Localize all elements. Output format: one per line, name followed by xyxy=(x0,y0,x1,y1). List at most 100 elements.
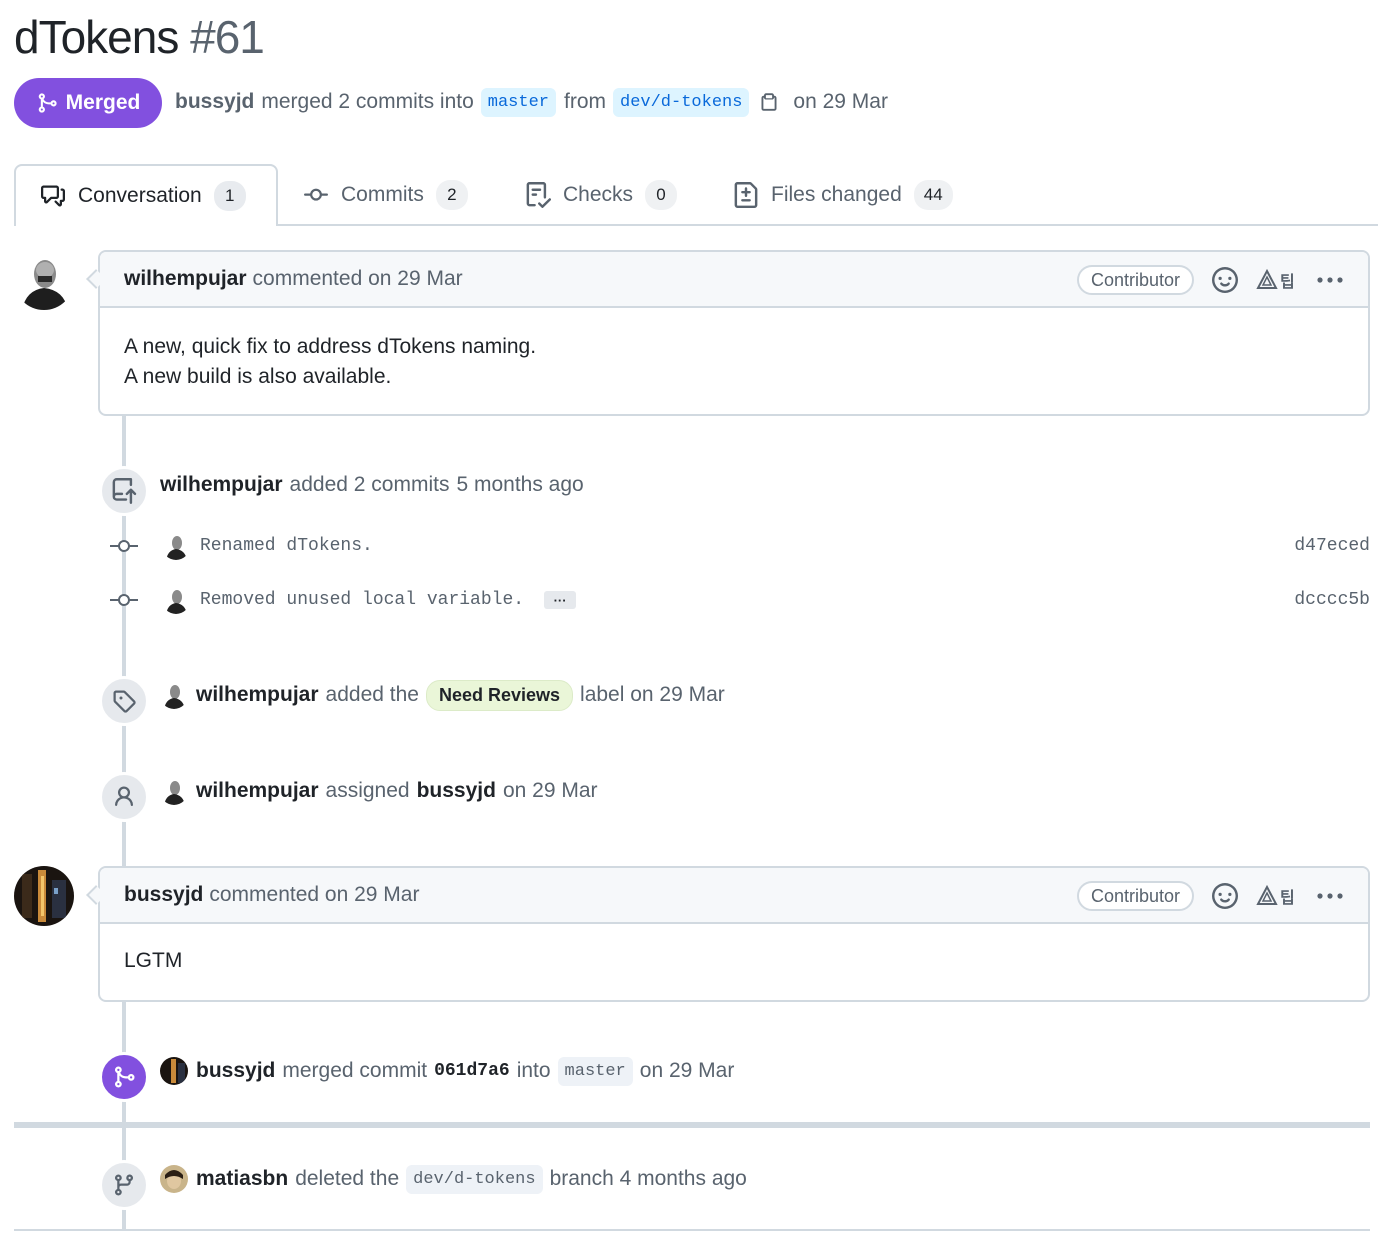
person-icon xyxy=(115,786,133,807)
event-time[interactable]: 5 months ago xyxy=(456,473,583,497)
comment-actions: Contributor 팁 xyxy=(1076,252,1344,308)
event-actor[interactable]: matiasbn xyxy=(196,1167,288,1191)
merge-commit-sha-link[interactable]: 061d7a6 xyxy=(434,1061,510,1081)
pr-date: on 29 Mar xyxy=(793,90,888,113)
tab-files-changed-count: 44 xyxy=(913,180,953,210)
comment-bussyjd: bussyjd commented on 29 Mar Contributor … xyxy=(98,866,1370,1002)
event-actor-avatar[interactable] xyxy=(160,777,188,805)
event-text: branch 4 months ago xyxy=(549,1167,747,1190)
smiley-icon[interactable] xyxy=(1212,267,1238,293)
comment-body-line: A new, quick fix to address dTokens nami… xyxy=(124,335,537,358)
tab-files-changed[interactable]: Files changed 44 xyxy=(733,164,953,226)
commit-row: Renamed dTokens. d47eced xyxy=(110,531,1370,561)
comment-action[interactable]: commented on 29 Mar xyxy=(209,883,419,907)
git-commit-icon xyxy=(110,540,138,552)
person-badge xyxy=(99,772,149,822)
tab-conversation[interactable]: Conversation 1 xyxy=(14,164,278,226)
comment-author[interactable]: bussyjd xyxy=(124,883,203,907)
merge-target-branch[interactable]: master xyxy=(557,1056,633,1086)
merged-state-badge: Merged xyxy=(14,78,162,128)
pr-title-text: dTokens xyxy=(14,11,179,63)
contributor-badge: Contributor xyxy=(1076,881,1194,911)
tab-conversation-count: 1 xyxy=(213,181,246,211)
commit-sha-link[interactable]: d47eced xyxy=(1294,536,1370,556)
tab-files-changed-label: Files changed xyxy=(771,183,902,206)
event-actor[interactable]: bussyjd xyxy=(196,1059,275,1083)
comment-discussion-icon xyxy=(41,185,65,207)
event-actor[interactable]: wilhempujar xyxy=(160,473,283,497)
kebab-horizontal-icon[interactable] xyxy=(1316,267,1344,293)
pr-number: #61 xyxy=(190,11,265,63)
checklist-icon xyxy=(526,182,551,208)
git-branch-icon xyxy=(114,1174,133,1196)
event-text: added the xyxy=(325,683,419,706)
event-text: deleted the xyxy=(295,1167,400,1190)
pr-title: dTokens #61 xyxy=(14,8,265,66)
comment-body: LGTM xyxy=(100,924,1368,1000)
avatar-bussyjd[interactable] xyxy=(14,866,74,926)
comment-header: wilhempujar commented on 29 Mar Contribu… xyxy=(100,252,1368,308)
comment-body: A new, quick fix to address dTokens nami… xyxy=(100,308,1368,416)
tab-checks-count: 0 xyxy=(645,180,678,210)
copy-icon[interactable] xyxy=(759,91,779,113)
branch-deleted-event: matiasbn deleted the dev/d-tokens branch… xyxy=(160,1159,747,1199)
repo-push-icon xyxy=(112,478,137,504)
pr-from-text: from xyxy=(564,90,606,113)
merged-event: bussyjd merged commit 061d7a6 into maste… xyxy=(160,1051,734,1091)
commit-message-link[interactable]: Removed unused local variable. xyxy=(200,590,524,610)
translate-icon[interactable]: 팁 xyxy=(1256,884,1298,908)
commit-sha-link[interactable]: dcccc5b xyxy=(1294,590,1370,610)
timeline-bottom-divider xyxy=(14,1229,1370,1231)
base-branch-link[interactable]: master xyxy=(480,87,556,117)
comment-author[interactable]: wilhempujar xyxy=(124,267,247,291)
event-text: added 2 commits xyxy=(289,473,450,496)
label-need-reviews[interactable]: Need Reviews xyxy=(425,679,574,711)
event-assignee[interactable]: bussyjd xyxy=(417,779,496,803)
avatar-wilhempujar[interactable] xyxy=(14,250,74,310)
commits-added-event: wilhempujar added 2 commits 5 months ago xyxy=(160,465,584,505)
repo-push-badge xyxy=(99,466,149,516)
event-actor-avatar[interactable] xyxy=(160,681,188,709)
event-text: on 29 Mar xyxy=(502,779,598,802)
event-actor[interactable]: wilhempujar xyxy=(196,779,319,803)
tab-conversation-label: Conversation xyxy=(78,184,202,207)
svg-text:팁: 팁 xyxy=(1280,272,1295,291)
pr-merge-text: merged 2 commits into xyxy=(261,90,474,113)
kebab-horizontal-icon[interactable] xyxy=(1316,883,1344,909)
commit-message-link[interactable]: Renamed dTokens. xyxy=(200,536,373,556)
event-text: assigned xyxy=(325,779,410,802)
pr-meta-line: bussyjd merged 2 commits into master fro… xyxy=(175,84,888,120)
comment-actions: Contributor 팁 xyxy=(1076,868,1344,924)
smiley-icon[interactable] xyxy=(1212,883,1238,909)
tab-commits[interactable]: Commits 2 xyxy=(303,164,468,226)
translate-icon[interactable]: 팁 xyxy=(1256,268,1298,292)
git-commit-icon xyxy=(304,188,328,201)
branch-badge xyxy=(99,1160,149,1210)
timeline-divider xyxy=(14,1122,1370,1128)
comment-action[interactable]: commented on 29 Mar xyxy=(253,267,463,291)
deleted-branch-name[interactable]: dev/d-tokens xyxy=(406,1164,543,1194)
expand-commit-button[interactable]: ··· xyxy=(544,591,577,609)
commit-row: Removed unused local variable. ··· dcccc… xyxy=(110,585,1370,615)
merge-badge xyxy=(99,1052,149,1102)
tab-commits-count: 2 xyxy=(435,180,468,210)
comment-wilhempujar: wilhempujar commented on 29 Mar Contribu… xyxy=(98,250,1370,416)
comment-header: bussyjd commented on 29 Mar Contributor … xyxy=(100,868,1368,924)
tab-checks-label: Checks xyxy=(563,183,634,206)
file-diff-icon xyxy=(734,182,758,208)
event-actor-avatar[interactable] xyxy=(160,1057,188,1085)
tag-icon xyxy=(113,690,136,713)
event-text[interactable]: on 29 Mar xyxy=(640,1059,735,1083)
event-actor-avatar[interactable] xyxy=(160,1165,188,1193)
head-branch-link[interactable]: dev/d-tokens xyxy=(613,87,750,117)
commit-author-avatar[interactable] xyxy=(162,532,190,560)
contributor-badge: Contributor xyxy=(1076,265,1194,295)
tab-checks[interactable]: Checks 0 xyxy=(525,164,678,226)
event-actor[interactable]: wilhempujar xyxy=(196,683,319,707)
commit-author-avatar[interactable] xyxy=(162,586,190,614)
assigned-event: wilhempujar assigned bussyjd on 29 Mar xyxy=(160,771,598,811)
pr-author-link[interactable]: bussyjd xyxy=(175,90,254,114)
tag-badge xyxy=(99,676,149,726)
git-merge-icon xyxy=(38,93,57,113)
event-text: merged commit xyxy=(282,1059,428,1082)
